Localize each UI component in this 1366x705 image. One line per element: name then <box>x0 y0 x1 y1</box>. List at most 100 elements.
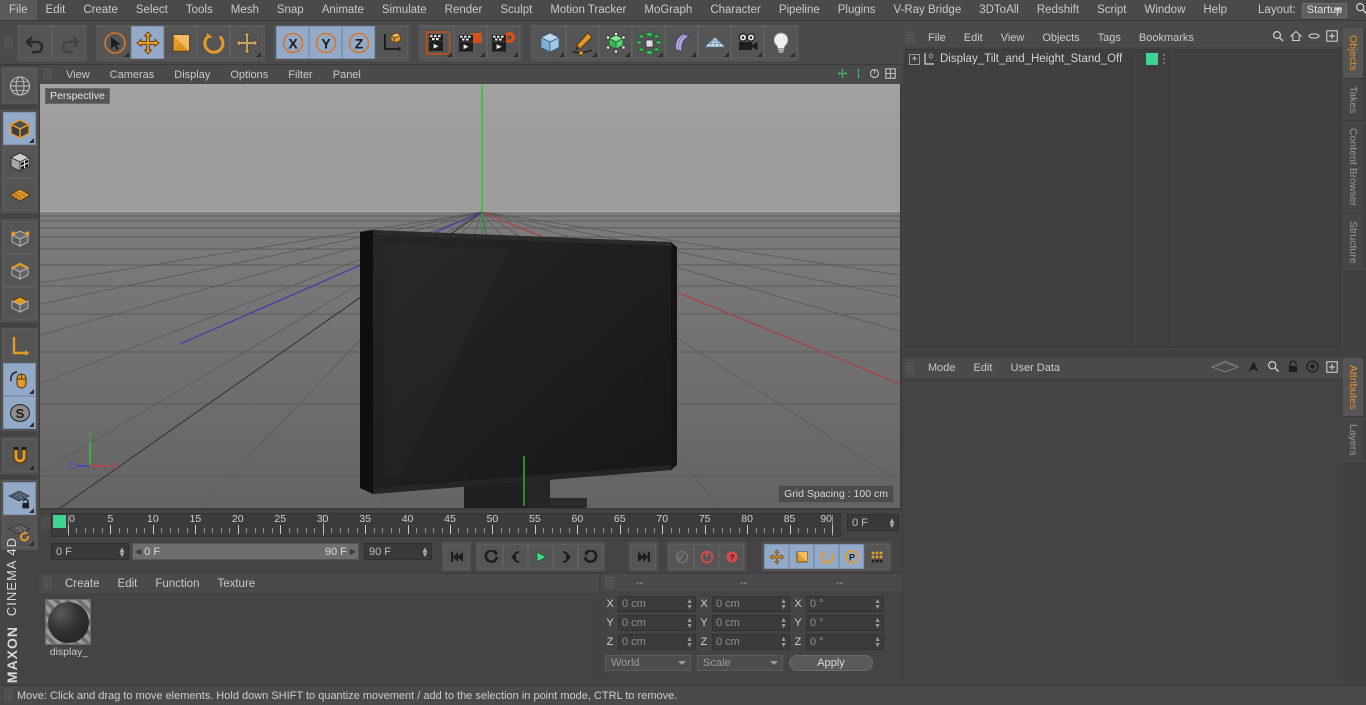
right-tab-attributes[interactable]: Attributes <box>1343 358 1363 418</box>
attribute-manager-body[interactable] <box>905 380 1341 683</box>
material-menu-create[interactable]: Create <box>56 574 109 594</box>
current-frame-field[interactable]: 0 F ▲ ▼ <box>847 514 899 531</box>
coordinate-position-field[interactable]: 0 cm ▲ ▼ <box>618 615 696 631</box>
menubar-item-render[interactable]: Render <box>436 0 492 20</box>
redo-icon[interactable] <box>52 26 85 59</box>
right-tab-takes[interactable]: Takes <box>1343 78 1363 122</box>
menubar-item-select[interactable]: Select <box>127 0 177 20</box>
material-menu-edit[interactable]: Edit <box>109 574 147 594</box>
menubar-item-redshift[interactable]: Redshift <box>1028 0 1088 20</box>
timeline-grip[interactable] <box>41 517 50 530</box>
magnet-icon[interactable] <box>3 439 36 472</box>
expand-toggle-icon[interactable]: + <box>909 53 920 65</box>
step-back-icon[interactable] <box>503 544 528 569</box>
spinner-icon[interactable]: ▲ ▼ <box>780 598 787 611</box>
range-left-arrow-icon[interactable]: ◀ <box>135 547 141 556</box>
polygon-mode-icon[interactable] <box>3 287 36 320</box>
object-manager-body[interactable]: +0 Display_Tilt_and_Height_Stand_Off <box>905 49 1341 348</box>
step-forward-icon[interactable] <box>553 544 578 569</box>
right-tab-layers[interactable]: Layers <box>1343 417 1363 464</box>
menubar-item-animate[interactable]: Animate <box>313 0 373 20</box>
coordinate-rotation-field[interactable]: 0 ° ▲ ▼ <box>806 634 884 650</box>
go-to-end-icon[interactable] <box>631 544 656 569</box>
home-icon[interactable] <box>1289 30 1303 45</box>
menubar-item-pipeline[interactable]: Pipeline <box>770 0 829 20</box>
spline-pen-icon[interactable] <box>566 26 599 59</box>
coordinates-grip[interactable] <box>605 576 614 589</box>
spinner-icon[interactable]: ▲ ▼ <box>686 617 693 630</box>
right-tab-structure[interactable]: Structure <box>1343 214 1363 272</box>
material-item[interactable]: display_ <box>45 599 93 658</box>
pla-key-icon[interactable] <box>864 544 889 569</box>
menubar-item-tools[interactable]: Tools <box>177 0 222 20</box>
play-icon[interactable] <box>528 544 553 569</box>
spinner-icon[interactable]: ▲ ▼ <box>888 516 896 529</box>
y-axis-icon[interactable]: Y <box>309 26 342 59</box>
viewport-pan-icon[interactable] <box>837 68 848 82</box>
spinner-icon[interactable]: ▲ ▼ <box>686 636 693 649</box>
workplane-icon[interactable] <box>3 178 36 211</box>
spinner-icon[interactable]: ▲ ▼ <box>780 617 787 630</box>
nurbs-icon[interactable] <box>599 26 632 59</box>
bend-deformer-icon[interactable] <box>665 26 698 59</box>
object-color-chip[interactable] <box>1146 53 1158 65</box>
end-frame-field[interactable]: 90 F ▲ ▼ <box>364 543 432 560</box>
undo-icon[interactable] <box>19 26 52 59</box>
object-menu-bookmarks[interactable]: Bookmarks <box>1130 28 1203 48</box>
param-key-icon[interactable]: P <box>839 544 864 569</box>
spinner-icon[interactable]: ▲ ▼ <box>421 545 429 558</box>
range-right-arrow-icon[interactable]: ▶ <box>350 547 356 556</box>
menubar-item-edit[interactable]: Edit <box>37 0 75 20</box>
viewport-maximize-icon[interactable] <box>885 67 896 82</box>
right-tab-objects[interactable]: Objects <box>1343 28 1363 79</box>
light-bulb-icon[interactable] <box>764 26 797 59</box>
object-menu-file[interactable]: File <box>919 28 955 48</box>
edge-mode-icon[interactable] <box>3 254 36 287</box>
search-icon[interactable] <box>1267 360 1280 376</box>
axis-mode-icon[interactable] <box>3 330 36 363</box>
position-key-icon[interactable] <box>764 544 789 569</box>
next-key-icon[interactable] <box>578 544 603 569</box>
texture-mode-icon[interactable] <box>3 145 36 178</box>
arrow-up-icon[interactable] <box>1247 360 1260 376</box>
menubar-item-window[interactable]: Window <box>1135 0 1194 20</box>
previous-key-icon[interactable] <box>478 544 503 569</box>
viewport-menu-display[interactable]: Display <box>164 65 220 85</box>
viewport-menu-cameras[interactable]: Cameras <box>100 65 165 85</box>
menubar-item-mograph[interactable]: MoGraph <box>635 0 701 20</box>
workplane-lock-icon[interactable] <box>3 482 36 515</box>
coordinate-position-field[interactable]: 0 cm ▲ ▼ <box>618 634 696 650</box>
spinner-icon[interactable]: ▲ ▼ <box>874 598 881 611</box>
viewport-menu-options[interactable]: Options <box>220 65 278 85</box>
object-menu-view[interactable]: View <box>992 28 1034 48</box>
expand-icon[interactable] <box>1326 30 1338 45</box>
coordinate-position-field[interactable]: 0 cm ▲ ▼ <box>618 596 696 612</box>
spinner-icon[interactable]: ▲ ▼ <box>686 598 693 611</box>
viewport-move-icon[interactable] <box>853 68 864 82</box>
material-menu-function[interactable]: Function <box>146 574 208 594</box>
model-mode-icon[interactable] <box>3 112 36 145</box>
world-coordinates-icon[interactable] <box>375 26 408 59</box>
menubar-item-character[interactable]: Character <box>701 0 770 20</box>
layout-dropdown[interactable]: Startup <box>1301 2 1348 18</box>
go-to-start-icon[interactable] <box>444 544 469 569</box>
floor-environment-icon[interactable] <box>698 26 731 59</box>
menubar-item-3dtoall[interactable]: 3DToAll <box>970 0 1028 20</box>
menubar-item-script[interactable]: Script <box>1088 0 1135 20</box>
autokey-wrench-icon[interactable] <box>669 544 694 569</box>
menubar-item-plugins[interactable]: Plugins <box>829 0 885 20</box>
viewport-rotate-icon[interactable] <box>869 68 880 82</box>
right-tab-content-browser[interactable]: Content Browser <box>1343 121 1363 215</box>
search-icon[interactable] <box>1355 2 1366 18</box>
spinner-icon[interactable]: ▲ ▼ <box>874 636 881 649</box>
coordinate-size-field[interactable]: 0 cm ▲ ▼ <box>712 634 790 650</box>
attribute-manager-grip[interactable] <box>906 361 915 375</box>
menubar-item-file[interactable]: File <box>0 0 37 20</box>
viewport-menu-filter[interactable]: Filter <box>278 65 322 85</box>
object-manager-grip[interactable] <box>906 31 915 44</box>
coordinate-system-dropdown[interactable]: World <box>605 655 691 671</box>
expand-icon[interactable] <box>1326 360 1338 376</box>
viewport-menu-view[interactable]: View <box>56 65 100 85</box>
viewport-solo-icon[interactable] <box>3 363 36 396</box>
coordinate-size-field[interactable]: 0 cm ▲ ▼ <box>712 615 790 631</box>
